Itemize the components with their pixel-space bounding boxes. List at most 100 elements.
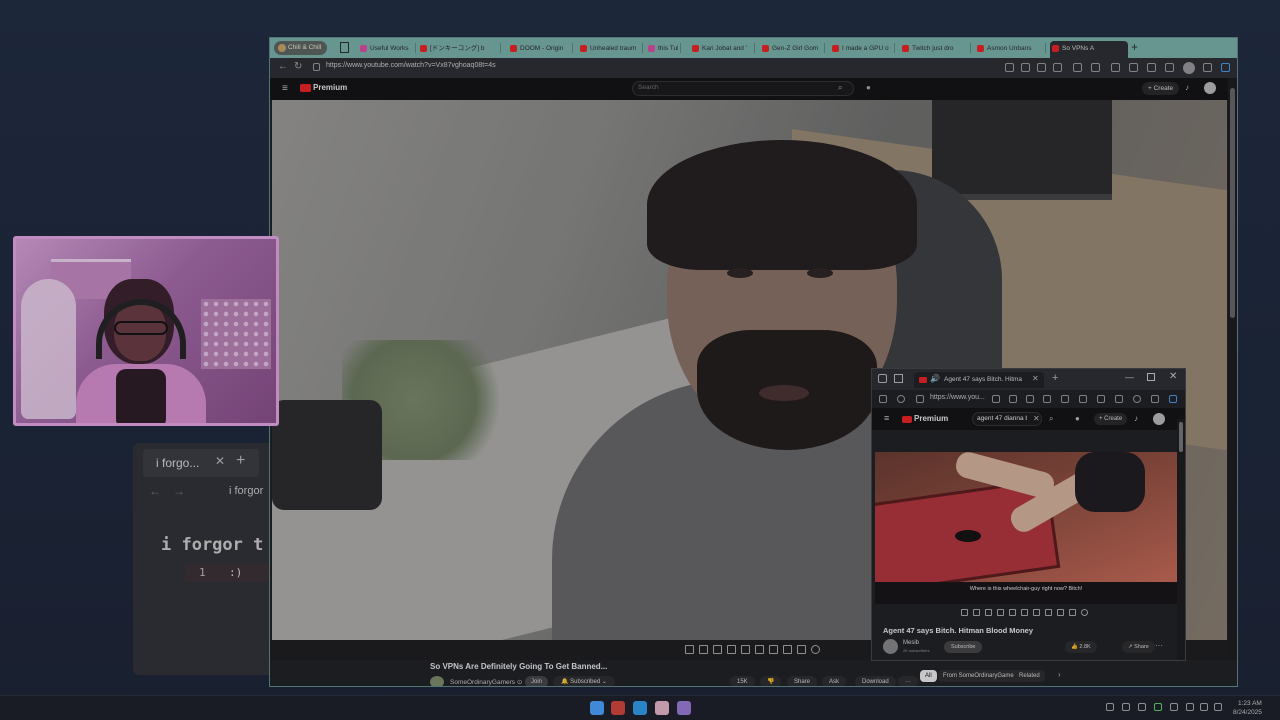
notepad-window[interactable]: i forgo... ✕ + ← → i forgor i forgor t 1…: [133, 443, 273, 675]
tab-group-chill[interactable]: Chill & Chill: [274, 41, 328, 55]
app-red-icon[interactable]: [611, 701, 625, 715]
history-icon[interactable]: [1129, 63, 1138, 72]
search-icon[interactable]: ⌕: [838, 83, 842, 93]
mini-video-player[interactable]: Where is this wheelchair-guy right now? …: [875, 452, 1177, 604]
read-aloud-icon[interactable]: [1037, 63, 1046, 72]
minimize-icon[interactable]: —: [1125, 372, 1134, 382]
speaker-icon[interactable]: 🔊: [930, 374, 940, 383]
notepad-forward-icon[interactable]: →: [173, 484, 185, 498]
mini-youtube-logo-icon[interactable]: [902, 416, 912, 423]
browser-tab[interactable]: this Tube: [646, 41, 678, 56]
extension-icon[interactable]: [1073, 63, 1082, 72]
close-window-icon[interactable]: ✕: [1169, 371, 1177, 382]
yt-avatar[interactable]: [1204, 82, 1216, 94]
mini-share-button[interactable]: ↗ Share: [1122, 641, 1155, 653]
app-purple-icon[interactable]: [677, 701, 691, 715]
clock-time[interactable]: 1:23 AM: [1238, 700, 1262, 707]
mini-history-icon[interactable]: [1115, 395, 1123, 403]
create-button[interactable]: + Create: [1142, 82, 1180, 95]
scrollbar-thumb[interactable]: [1230, 88, 1235, 318]
filter-from-channel-chip[interactable]: From SomeOrdinaryGamers: [938, 670, 1024, 682]
clock-date[interactable]: 8/24/2025: [1233, 709, 1262, 716]
filter-related-chip[interactable]: Related: [1014, 670, 1045, 682]
screenshot-icon[interactable]: [797, 645, 806, 654]
notepad-back-icon[interactable]: ←: [149, 484, 161, 498]
mini-channel-avatar[interactable]: [883, 639, 898, 654]
mini-bell-icon[interactable]: ♪: [1134, 414, 1138, 423]
mini-hamburger-icon[interactable]: ≡: [884, 413, 889, 423]
battery-icon[interactable]: [1214, 703, 1222, 711]
mini-settings-gear-icon[interactable]: [1081, 609, 1088, 616]
mini-screenshot-icon[interactable]: [1057, 609, 1064, 616]
mini-profile-avatar[interactable]: [1133, 395, 1141, 403]
notifications-bell-icon[interactable]: ♪: [1185, 83, 1189, 92]
youtube-premium-label[interactable]: Premium: [313, 83, 347, 92]
browser-tab[interactable]: [ドンキーコング] b: [418, 41, 498, 56]
extension-icon-2[interactable]: [1091, 63, 1100, 72]
browser-tab[interactable]: I made a GPU o: [830, 41, 892, 56]
mini-screenshot-icon-2[interactable]: [1069, 609, 1076, 616]
downloads-icon[interactable]: [1147, 63, 1156, 72]
mini-premium-label[interactable]: Premium: [914, 414, 948, 423]
volume-icon[interactable]: [1200, 703, 1208, 711]
mini-menu-icon[interactable]: [1151, 395, 1159, 403]
notepad-active-icon[interactable]: [655, 701, 669, 715]
pip-icon[interactable]: [755, 645, 764, 654]
miniplayer-icon[interactable]: [727, 645, 736, 654]
browser-tab[interactable]: Unhealed traum: [578, 41, 640, 56]
mini-mic-icon[interactable]: ●: [1075, 414, 1080, 423]
settings-menu-icon[interactable]: [1203, 63, 1212, 72]
mini-subtitles-icon[interactable]: [985, 609, 992, 616]
notepad-line-text[interactable]: :): [229, 566, 242, 579]
ask-button[interactable]: Ask: [822, 676, 847, 686]
browser-scrollbar[interactable]: [1228, 78, 1237, 660]
mini-address-text[interactable]: https://www.you...: [930, 394, 985, 401]
mini-subscribe-button[interactable]: Subscribe: [944, 641, 983, 653]
address-text[interactable]: https://www.youtube.com/watch?v=Vx87vgho…: [326, 62, 496, 69]
dislike-button[interactable]: 👎: [760, 676, 782, 686]
mini-search-query[interactable]: agent 47 dianna blox: [977, 415, 1027, 422]
favorite-star-icon[interactable]: [1053, 63, 1062, 72]
mini-extension-icon-2[interactable]: [1079, 395, 1087, 403]
tab-sidebar-icon[interactable]: [340, 42, 349, 53]
collections-icon[interactable]: [1111, 63, 1120, 72]
mini-theater-icon[interactable]: [1009, 609, 1016, 616]
youtube-logo-icon[interactable]: [300, 84, 311, 92]
mini-miniplayer-icon[interactable]: [997, 609, 1004, 616]
browser-tab[interactable]: Twitch just dro: [900, 41, 968, 56]
mic-icon[interactable]: ●: [866, 83, 871, 92]
chevron-right-icon[interactable]: ›: [1058, 670, 1061, 679]
loop-icon[interactable]: [685, 645, 694, 654]
install-icon[interactable]: [1005, 63, 1014, 72]
mini-cast-icon[interactable]: [1033, 609, 1040, 616]
mini-search-clear-icon[interactable]: ✕: [1033, 414, 1040, 423]
mini-yt-avatar[interactable]: [1153, 413, 1165, 425]
mini-copilot-icon[interactable]: [1169, 395, 1177, 403]
mini-create-button[interactable]: + Create: [1094, 413, 1128, 425]
channel-avatar[interactable]: [430, 676, 444, 686]
browser-tab[interactable]: Gen-Z Girl Gom: [760, 41, 822, 56]
new-tab-icon[interactable]: +: [1131, 40, 1138, 54]
subtitles-icon[interactable]: [713, 645, 722, 654]
mini-new-tab-icon[interactable]: +: [1052, 372, 1058, 384]
browser-tab[interactable]: DOOM - Origin: [508, 41, 570, 56]
browser-tab[interactable]: Asmon Unbans: [975, 41, 1043, 56]
mini-favorite-icon[interactable]: [1043, 395, 1051, 403]
mini-scrollbar-thumb[interactable]: [1179, 422, 1183, 452]
mini-channel-name[interactable]: Mesib: [903, 640, 919, 646]
filter-all-chip[interactable]: All: [920, 670, 937, 682]
tray-app-icon-4[interactable]: [1170, 703, 1178, 711]
mini-scrollbar[interactable]: [1177, 419, 1185, 660]
share-button[interactable]: Share: [787, 676, 818, 686]
notepad-tab-close-icon[interactable]: ✕: [215, 454, 225, 468]
mini-read-aloud-icon[interactable]: [1026, 395, 1034, 403]
mini-collections-icon[interactable]: [1097, 395, 1105, 403]
mini-pip-icon[interactable]: [1021, 609, 1028, 616]
mini-tab-actions-icon[interactable]: [894, 374, 903, 383]
tray-app-icon-3[interactable]: [1154, 703, 1162, 711]
mini-back-icon[interactable]: [879, 395, 887, 403]
cast-icon[interactable]: [769, 645, 778, 654]
mini-shield-icon[interactable]: [992, 395, 1000, 403]
mini-search-input[interactable]: agent 47 dianna blox ✕: [972, 412, 1042, 426]
reload-icon[interactable]: ↻: [294, 61, 302, 72]
